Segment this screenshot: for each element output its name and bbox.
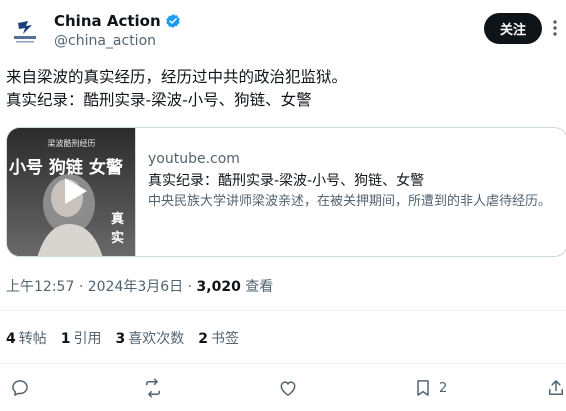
share-button[interactable]	[546, 376, 566, 400]
thumbnail-caption: 梁波酷刑经历	[47, 139, 96, 148]
view-count: 3,020	[196, 279, 241, 295]
view-label: 查看	[245, 279, 274, 295]
bookmark-icon	[417, 380, 429, 396]
card-domain: youtube.com	[148, 151, 240, 167]
tweet-meta: 上午12:57 · 2024年3月6日 · 3,020 查看	[6, 276, 273, 296]
verified-badge-icon	[165, 14, 180, 28]
video-thumbnail[interactable]: 梁波酷刑经历 小号 狗链 女警 真实	[7, 128, 136, 256]
name-row: China Action	[54, 12, 181, 30]
stat-likes[interactable]: 3 喜欢次数	[116, 328, 185, 348]
tweet-stats: 4 转帖 1 引用 3 喜欢次数 2 书签	[6, 328, 253, 348]
follow-button[interactable]: 关注	[484, 13, 542, 44]
reply-button[interactable]	[10, 376, 30, 400]
meta-separator: ·	[187, 279, 193, 295]
display-name[interactable]: China Action	[54, 12, 161, 30]
tweet-time[interactable]: 上午12:57	[6, 279, 74, 295]
thumbnail-title: 小号 狗链 女警	[9, 158, 123, 178]
stat-quotes[interactable]: 1 引用	[61, 328, 102, 348]
share-icon	[549, 380, 563, 395]
repost-icon	[146, 378, 160, 398]
thumbnail-side-text: 真实	[111, 212, 125, 246]
tweet-text-line1: 来自梁波的真实经历，经历过中共的政治犯监狱。	[6, 68, 348, 86]
tweet-text: 来自梁波的真实经历，经历过中共的政治犯监狱。 真实纪录：酷刑实录-梁波-小号、狗…	[6, 66, 562, 112]
stat-reposts[interactable]: 4 转帖	[6, 328, 47, 348]
card-title: 真实纪录：酷刑实录-梁波-小号、狗链、女警	[148, 173, 425, 189]
card-body: youtube.com 真实纪录：酷刑实录-梁波-小号、狗链、女警 中央民族大学…	[136, 128, 566, 256]
handle[interactable]: @china_action	[54, 33, 156, 49]
divider	[0, 363, 566, 364]
more-options-icon[interactable]	[548, 18, 562, 38]
repost-button[interactable]	[143, 376, 163, 400]
bookmark-button[interactable]: 2	[413, 376, 447, 400]
action-bar: 2	[0, 372, 566, 404]
tweet-header: China Action @china_action 关注	[0, 0, 566, 56]
meta-separator: ·	[78, 279, 84, 295]
bookmark-count: 2	[439, 380, 448, 396]
like-button[interactable]	[278, 376, 298, 400]
tweet-text-line2: 真实纪录：酷刑实录-梁波-小号、狗链、女警	[6, 91, 312, 109]
heart-icon	[280, 381, 296, 396]
play-icon[interactable]	[63, 176, 89, 206]
tweet-date[interactable]: 2024年3月6日	[88, 279, 183, 295]
stat-bookmarks[interactable]: 2 书签	[198, 328, 239, 348]
divider	[0, 310, 566, 311]
link-card[interactable]: 梁波酷刑经历 小号 狗链 女警 真实 youtube.com 真实纪录：酷刑实录…	[6, 127, 566, 257]
reply-icon	[12, 380, 28, 396]
card-description: 中央民族大学讲师梁波亲述，在被关押期间，所遭到的非人虐待经历。	[148, 194, 552, 209]
china-action-logo-icon	[6, 12, 44, 50]
avatar[interactable]	[6, 12, 44, 50]
